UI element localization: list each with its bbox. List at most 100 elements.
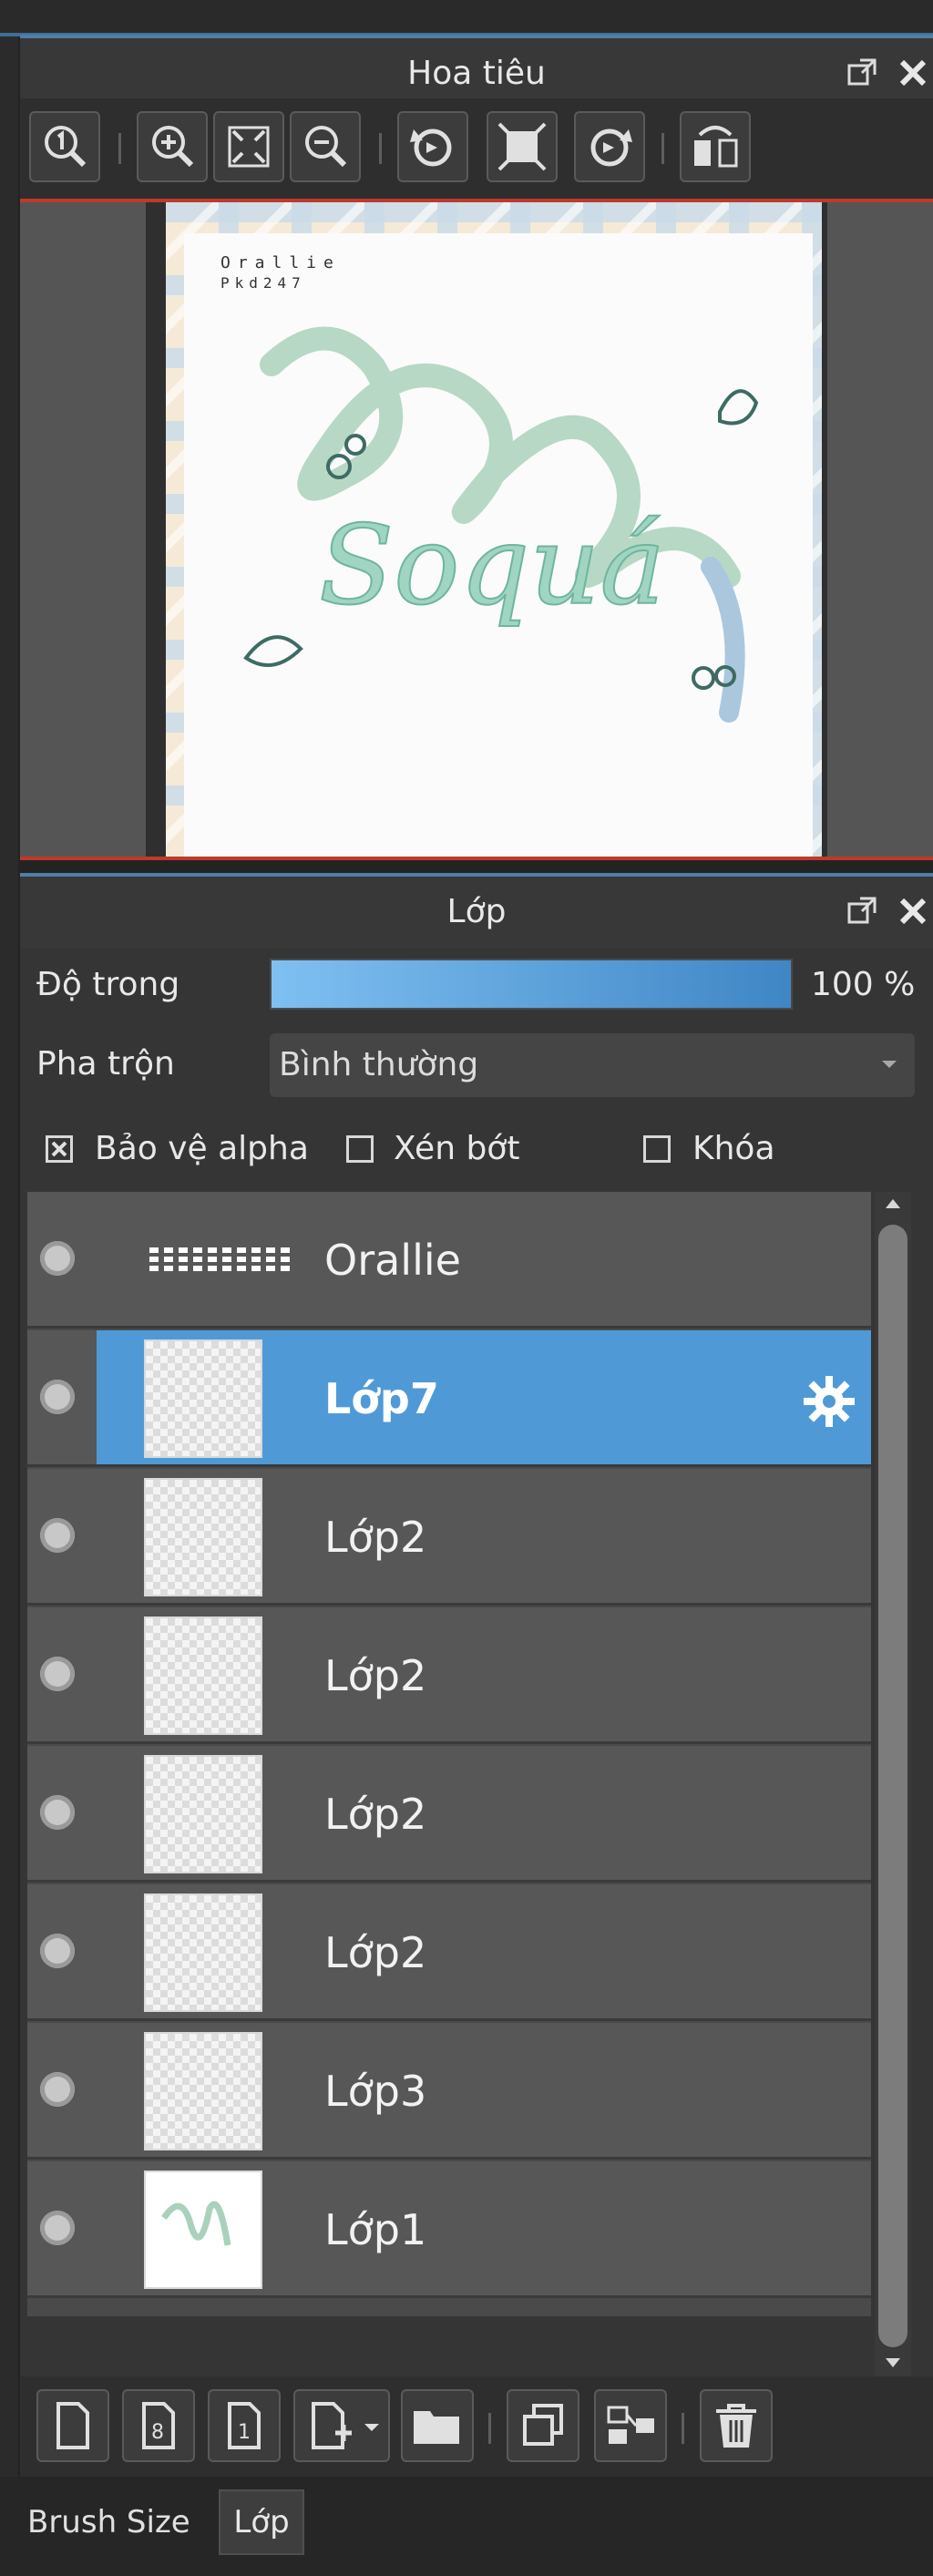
close-icon[interactable]	[895, 893, 931, 929]
zoom-100-icon	[45, 126, 87, 168]
new-layer-button[interactable]	[36, 2389, 109, 2462]
opacity-slider[interactable]	[270, 959, 793, 1010]
tab-brush-size[interactable]: Brush Size	[27, 2495, 190, 2550]
detach-icon[interactable]	[844, 55, 880, 91]
duplicate-layer-icon	[523, 2404, 563, 2446]
layer-thumbnail	[144, 1339, 262, 1458]
rotate-right-button[interactable]	[574, 111, 645, 182]
opacity-label: Độ trong	[36, 966, 180, 1003]
layer-row-selected[interactable]: Lớp7	[97, 1330, 871, 1467]
actual-size-icon	[497, 122, 547, 171]
layers-titlebar: Lớp	[20, 873, 933, 948]
layer-row[interactable]: Lớp2	[27, 1746, 871, 1883]
new-8bit-layer-icon: 8	[142, 2402, 175, 2449]
folder-button[interactable]	[401, 2389, 474, 2462]
layer-row[interactable]: Lớp3	[27, 2023, 871, 2160]
visibility-toggle-icon[interactable]	[40, 2211, 75, 2245]
scroll-down-icon[interactable]	[882, 2355, 904, 2371]
alpha-protect-checkbox[interactable]	[46, 1135, 73, 1163]
visibility-toggle-icon[interactable]	[40, 1795, 75, 1830]
zoom-in-button[interactable]	[137, 111, 208, 182]
layer-name: Orallie	[324, 1236, 461, 1285]
layer-list-scrollbar[interactable]	[875, 1192, 911, 2376]
delete-layer-icon	[716, 2404, 756, 2448]
scrollbar-thumb[interactable]	[878, 1225, 907, 2347]
chevron-down-icon	[882, 1061, 897, 1068]
visibility-toggle-icon[interactable]	[40, 1934, 75, 1968]
new-1bit-layer-icon: 1	[228, 2402, 261, 2449]
lock-label[interactable]: Khóa	[692, 1130, 775, 1167]
folder-icon	[414, 2411, 459, 2444]
visibility-toggle-icon[interactable]	[40, 2072, 75, 2107]
blend-mode-label: Pha trộn	[36, 1045, 175, 1083]
blend-mode-value: Bình thường	[279, 1046, 479, 1083]
layer-name: Lớp7	[324, 1374, 439, 1423]
toolbar-separator	[379, 133, 382, 164]
left-dock-edge	[0, 0, 18, 2576]
rotate-left-button[interactable]	[397, 111, 468, 182]
canvas-preview-artwork: Orallie Pkd247 Soquá	[146, 202, 827, 857]
actual-size-button[interactable]	[487, 111, 558, 182]
toolbar-separator	[118, 133, 121, 164]
opacity-slider-fill	[272, 960, 791, 1008]
new-layer-icon	[56, 2402, 89, 2449]
visibility-toggle-icon[interactable]	[40, 1518, 75, 1553]
layer-thumbnail	[144, 1478, 262, 1596]
checkmark-x-icon	[51, 1141, 67, 1157]
blend-mode-select[interactable]: Bình thường	[270, 1033, 915, 1097]
layer-thumbnail	[144, 2171, 262, 2289]
add-layer-menu-icon	[312, 2402, 379, 2449]
merge-down-button[interactable]	[594, 2389, 667, 2462]
svg-text:8: 8	[151, 2421, 164, 2444]
navigator-toolbar	[20, 98, 933, 199]
layers-title: Lớp	[446, 893, 507, 930]
layer-thumbnail	[144, 1755, 262, 1873]
layers-bottom-toolbar: 8 1	[20, 2376, 933, 2477]
zoom-out-button[interactable]	[290, 111, 361, 182]
zoom-out-icon	[305, 126, 347, 168]
merge-down-icon	[607, 2406, 654, 2444]
detach-icon[interactable]	[844, 893, 880, 929]
delete-layer-button[interactable]	[700, 2389, 773, 2462]
add-layer-menu-button[interactable]	[293, 2389, 390, 2462]
artwork-artist-code: Pkd247	[220, 274, 306, 292]
visibility-toggle-icon[interactable]	[40, 1380, 75, 1414]
navigator-viewport[interactable]: Orallie Pkd247 Soquá	[20, 202, 933, 857]
layer-row[interactable]: Lớp2	[27, 1469, 871, 1606]
fit-screen-button[interactable]	[213, 111, 284, 182]
visibility-toggle-icon[interactable]	[40, 1241, 75, 1276]
zoom-100-button[interactable]	[29, 111, 100, 182]
layer-name: Lớp2	[324, 1513, 427, 1562]
visibility-toggle-icon[interactable]	[40, 1657, 75, 1691]
layer-row[interactable]: Orallie	[27, 1192, 871, 1329]
rotate-left-icon	[410, 128, 452, 167]
duplicate-layer-button[interactable]	[507, 2389, 579, 2462]
flip-horizontal-button[interactable]	[680, 111, 751, 182]
layer-name: Lớp3	[324, 2067, 427, 2116]
layer-thumbnail	[144, 1616, 262, 1735]
layer-row-gutter	[27, 1330, 97, 1467]
layer-thumbnail	[144, 1894, 262, 2012]
svg-text:1: 1	[238, 2421, 251, 2444]
clipping-checkbox[interactable]	[346, 1135, 374, 1163]
layer-row[interactable]: Lớp2	[27, 1884, 871, 2021]
layer-name: Lớp2	[324, 1790, 427, 1839]
toolbar-separator	[661, 133, 664, 164]
close-icon[interactable]	[895, 55, 931, 91]
alpha-protect-label[interactable]: Bảo vệ alpha	[95, 1130, 309, 1167]
scroll-up-icon[interactable]	[882, 1196, 904, 1212]
fit-screen-icon	[228, 126, 270, 168]
new-8bit-layer-button[interactable]: 8	[122, 2389, 195, 2462]
lock-checkbox[interactable]	[643, 1135, 671, 1163]
navigator-bottom-red-line	[20, 857, 933, 860]
toolbar-separator	[488, 2413, 491, 2444]
new-1bit-layer-button[interactable]: 1	[208, 2389, 281, 2462]
clipping-label[interactable]: Xén bớt	[394, 1130, 519, 1167]
top-bar	[0, 0, 933, 33]
toolbar-separator	[682, 2413, 684, 2444]
artwork-artist-text: Orallie	[220, 253, 341, 272]
tab-layers[interactable]: Lớp	[219, 2489, 304, 2555]
gear-icon[interactable]	[800, 1372, 858, 1431]
layer-row[interactable]: Lớp1	[27, 2161, 871, 2298]
layer-row[interactable]: Lớp2	[27, 1607, 871, 1744]
